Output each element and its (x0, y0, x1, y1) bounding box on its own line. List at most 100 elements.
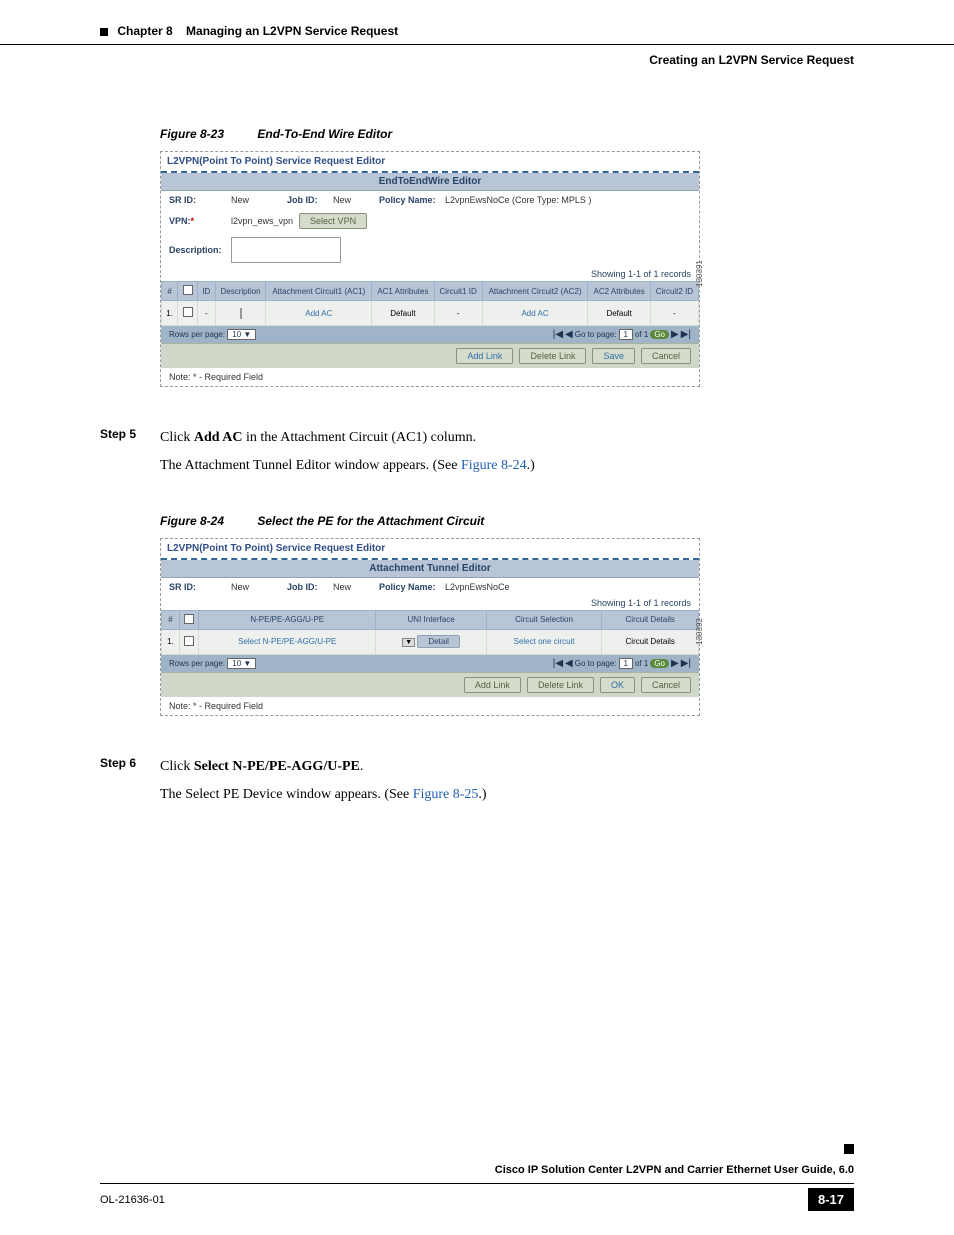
job-id-label: Job ID: (287, 195, 327, 205)
step5-line2: The Attachment Tunnel Editor window appe… (160, 455, 535, 477)
col-cdet: Circuit Details (602, 610, 699, 629)
figure-8-25-link[interactable]: Figure 8-25 (413, 787, 479, 802)
detail-button[interactable]: Detail (417, 635, 459, 648)
add-ac2-link[interactable]: Add AC (521, 309, 548, 318)
select-circuit-link[interactable]: Select one circuit (514, 637, 575, 646)
rows-per-page-label-2: Rows per page: (169, 659, 225, 668)
button-row-2: Add Link Delete Link OK Cancel (161, 672, 699, 697)
rows-val-2: 10 (232, 659, 241, 668)
panel-title: EndToEndWire Editor (161, 173, 699, 191)
go-button[interactable]: Go (650, 330, 669, 339)
circuit-details-text: Circuit Details (626, 637, 675, 646)
description-label: Description: (169, 245, 225, 255)
c2id-value: - (650, 301, 698, 326)
footer-marker-icon (844, 1144, 854, 1154)
cancel-button[interactable]: Cancel (641, 348, 691, 364)
add-ac1-link[interactable]: Add AC (305, 309, 332, 318)
page-header: Chapter 8 Managing an L2VPN Service Requ… (0, 0, 954, 45)
next-page-icon[interactable]: ▶ (671, 329, 679, 340)
select-npe-link[interactable]: Select N-PE/PE-AGG/U-PE (238, 637, 336, 646)
sr-id-value: New (231, 195, 281, 205)
goto-page-label-2: Go to page: (575, 659, 617, 668)
table-row: 1. - Add AC Default - Add AC Default - (162, 301, 699, 326)
required-note-2: Note: * - Required Field (161, 697, 699, 715)
figure-8-24-link[interactable]: Figure 8-24 (461, 458, 527, 473)
required-star-icon: * (191, 216, 195, 226)
last-page-icon-2[interactable]: ▶| (681, 658, 691, 669)
doc-number: OL-21636-01 (100, 1194, 165, 1206)
goto-page-input[interactable]: 1 (619, 329, 633, 340)
header-left: Chapter 8 Managing an L2VPN Service Requ… (100, 24, 398, 38)
step5-l1b: Add AC (194, 430, 243, 445)
add-link-button-2[interactable]: Add Link (464, 677, 521, 693)
step6-l1c: . (360, 759, 364, 774)
col-c1id: Circuit1 ID (434, 282, 482, 301)
checkbox-icon[interactable] (183, 285, 193, 295)
step5-label: Step 5 (100, 427, 160, 484)
step6-label: Step 6 (100, 756, 160, 813)
description-textarea[interactable] (231, 237, 341, 263)
figure2-title: Select the PE for the Attachment Circuit (257, 514, 484, 528)
col-id: ID (197, 282, 215, 301)
add-link-button[interactable]: Add Link (456, 348, 513, 364)
step6-l1b: Select N-PE/PE-AGG/U-PE (194, 759, 360, 774)
uni-cell: ▼ Detail (376, 629, 486, 654)
figure2-num: Figure 8-24 (160, 514, 224, 528)
delete-link-button-2[interactable]: Delete Link (527, 677, 594, 693)
vpn-value: l2vpn_ews_vpn (231, 216, 293, 226)
guide-title: Cisco IP Solution Center L2VPN and Carri… (495, 1164, 854, 1176)
policy-value: L2vpnEwsNoCe (Core Type: MPLS ) (445, 195, 591, 205)
step5-l2c: .) (527, 458, 535, 473)
vpn-label: VPN:* (169, 216, 225, 226)
row-desc-input[interactable] (240, 308, 242, 319)
col-uni: UNI Interface (376, 610, 486, 629)
image-id-label: 130391 (695, 260, 704, 287)
image-id-label-2: 130392 (695, 618, 704, 645)
figure2-caption: Figure 8-24 Select the PE for the Attach… (160, 514, 854, 528)
figure1-num: Figure 8-23 (160, 127, 224, 141)
col-ac1attr: AC1 Attributes (372, 282, 434, 301)
step6-l2a: The Select PE Device window appears. (Se… (160, 787, 413, 802)
first-page-icon[interactable]: |◀ (553, 329, 563, 340)
row-checkbox-2[interactable] (184, 636, 194, 646)
button-row: Add Link Delete Link Save Cancel (161, 343, 699, 368)
step6: Step 6 Click Select N-PE/PE-AGG/U-PE. Th… (100, 756, 854, 813)
delete-link-button[interactable]: Delete Link (519, 348, 586, 364)
sr-id-value-2: New (231, 582, 281, 592)
job-id-label-2: Job ID: (287, 582, 327, 592)
save-button[interactable]: Save (592, 348, 635, 364)
row-num: 1. (162, 301, 178, 326)
chapter-num: Chapter 8 (117, 24, 172, 38)
next-page-icon-2[interactable]: ▶ (671, 658, 679, 669)
figure1-screenshot: L2VPN(Point To Point) Service Request Ed… (160, 151, 700, 387)
figure1-title: End-To-End Wire Editor (257, 127, 392, 141)
cancel-button-2[interactable]: Cancel (641, 677, 691, 693)
prev-page-icon-2[interactable]: ◀ (565, 658, 573, 669)
col-ac2: Attachment Circuit2 (AC2) (482, 282, 588, 301)
rows-val: 10 (232, 330, 241, 339)
last-page-icon[interactable]: ▶| (681, 329, 691, 340)
col-hash-2: # (162, 610, 180, 629)
ac2-attr-value: Default (588, 301, 650, 326)
dropdown-icon[interactable]: ▼ (402, 638, 415, 647)
rows-per-page-select-2[interactable]: 10 ▼ (227, 658, 256, 669)
ac1-attr-value: Default (372, 301, 434, 326)
row-id: - (197, 301, 215, 326)
ok-button[interactable]: OK (600, 677, 635, 693)
page-number: 8-17 (808, 1188, 854, 1211)
prev-page-icon[interactable]: ◀ (565, 329, 573, 340)
editor-title-2: L2VPN(Point To Point) Service Request Ed… (161, 539, 699, 558)
goto-page-input-2[interactable]: 1 (619, 658, 633, 669)
step6-line1: Click Select N-PE/PE-AGG/U-PE. (160, 756, 487, 778)
row-num-2: 1. (162, 629, 180, 654)
col-csel: Circuit Selection (486, 610, 602, 629)
row-checkbox[interactable] (183, 307, 193, 317)
rows-per-page-select[interactable]: 10 ▼ (227, 329, 256, 340)
pager-2: Rows per page: 10 ▼ |◀ ◀ Go to page: 1 o… (161, 655, 699, 672)
wire-table: # ID Description Attachment Circuit1 (AC… (161, 281, 699, 326)
sr-id-label-2: SR ID: (169, 582, 225, 592)
select-vpn-button[interactable]: Select VPN (299, 213, 367, 229)
first-page-icon-2[interactable]: |◀ (553, 658, 563, 669)
go-button-2[interactable]: Go (650, 659, 669, 668)
checkbox-icon-2[interactable] (184, 614, 194, 624)
